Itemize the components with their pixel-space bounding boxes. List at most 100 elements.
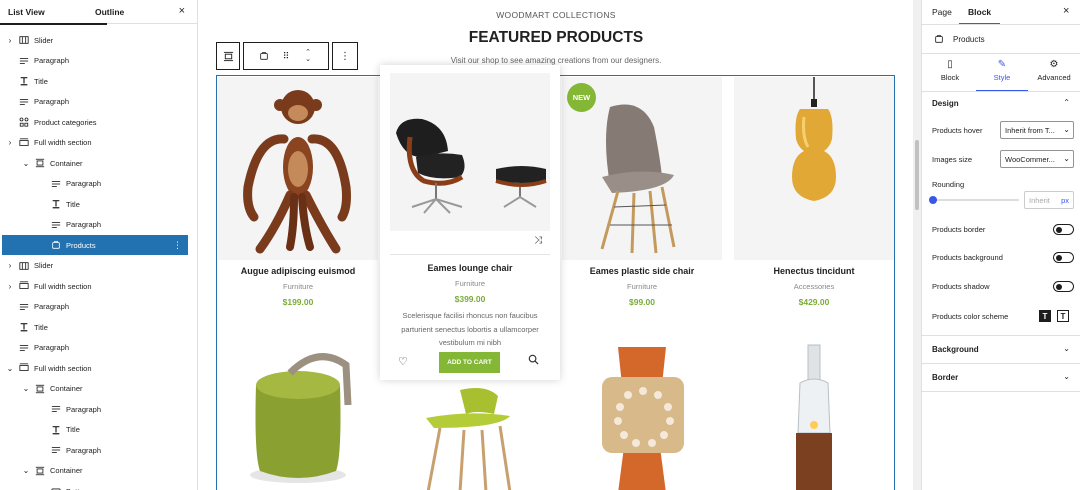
- chevron-right-icon[interactable]: ›: [5, 282, 15, 291]
- product-image[interactable]: [218, 77, 378, 260]
- canvas-scrollbar-thumb[interactable]: [915, 140, 919, 210]
- product-image[interactable]: [390, 380, 550, 490]
- close-icon[interactable]: ×: [1063, 5, 1069, 17]
- product-image[interactable]: [734, 325, 894, 490]
- tree-item-full-width-section[interactable]: ⌄ Full width section: [2, 358, 188, 378]
- tree-item-title[interactable]: Title: [2, 71, 188, 91]
- product-image[interactable]: [390, 73, 550, 231]
- product-card[interactable]: Augue adipiscing euismod Furniture $199.…: [218, 77, 378, 325]
- tree-item-label: Full width section: [34, 281, 92, 291]
- subtab-advanced[interactable]: ⚙ Advanced: [1028, 59, 1080, 91]
- tab-list-view[interactable]: List View: [0, 7, 106, 25]
- product-image[interactable]: [562, 325, 722, 490]
- product-name[interactable]: Eames plastic side chair: [562, 266, 722, 276]
- product-image[interactable]: [734, 77, 894, 260]
- move-up-down-icon[interactable]: ⌃ ⌄: [297, 43, 319, 69]
- tree-item-paragraph[interactable]: Paragraph: [2, 215, 188, 235]
- chevron-down-icon[interactable]: ⌄: [5, 364, 15, 373]
- tree-item-label: Title: [66, 199, 80, 209]
- tree-item-container[interactable]: ⌄ Container: [2, 379, 188, 399]
- chevron-down-icon[interactable]: ⌄: [21, 466, 31, 475]
- tree-item-paragraph[interactable]: Paragraph: [2, 440, 188, 460]
- chevron-right-icon[interactable]: ›: [5, 138, 15, 147]
- tree-item-container[interactable]: ⌄ Container: [2, 153, 188, 173]
- product-card-hover[interactable]: ⤨ Eames lounge chair Furniture $399.00 S…: [380, 65, 560, 380]
- paragraph-icon: [18, 301, 29, 312]
- tree-item-products[interactable]: Products ⋮: [2, 235, 188, 255]
- paragraph-icon: [18, 55, 29, 66]
- kebab-icon[interactable]: ⋮: [173, 240, 182, 251]
- tree-item-title[interactable]: Title: [2, 420, 188, 440]
- product-card[interactable]: NEW Eames plastic side chair Furniture $…: [562, 77, 722, 325]
- tab-block[interactable]: Block: [958, 7, 1001, 25]
- chevron-down-icon[interactable]: ⌄: [21, 384, 31, 393]
- background-section-title[interactable]: Background: [932, 345, 979, 354]
- light-scheme-button[interactable]: T: [1057, 310, 1069, 322]
- wishlist-heart-icon[interactable]: ♡: [398, 355, 408, 368]
- product-price: $199.00: [282, 297, 314, 307]
- tree-item-title[interactable]: Title: [2, 317, 188, 337]
- design-section-title[interactable]: Design: [932, 99, 959, 108]
- product-name[interactable]: Eames lounge chair: [380, 263, 560, 273]
- products-background-toggle[interactable]: [1053, 252, 1074, 263]
- bottle-candle-image: [796, 344, 832, 490]
- block-title: Products: [953, 35, 985, 44]
- chevron-right-icon[interactable]: ›: [5, 261, 15, 270]
- products-shadow-toggle[interactable]: [1053, 281, 1074, 292]
- images-size-select[interactable]: WooCommer... ⌄: [1000, 150, 1074, 168]
- product-image[interactable]: NEW: [562, 77, 722, 260]
- quick-view-search-icon[interactable]: [528, 354, 539, 368]
- tree-item-title[interactable]: Title: [2, 194, 188, 214]
- tree-item-paragraph[interactable]: Paragraph: [2, 92, 188, 112]
- tree-item-paragraph[interactable]: Paragraph: [2, 297, 188, 317]
- close-icon[interactable]: ×: [179, 5, 185, 17]
- products-border-toggle[interactable]: [1053, 224, 1074, 235]
- products-hover-select[interactable]: Inherit from T... ⌄: [1000, 121, 1074, 139]
- chevron-down-icon[interactable]: ⌄: [1063, 372, 1070, 381]
- product-category[interactable]: Furniture: [380, 279, 560, 288]
- rounding-input[interactable]: Inherit px: [1024, 191, 1074, 209]
- tab-outline[interactable]: Outline: [95, 7, 124, 17]
- product-image[interactable]: [218, 325, 378, 490]
- product-category[interactable]: Furniture: [218, 282, 378, 291]
- tree-item-paragraph[interactable]: Paragraph: [2, 51, 188, 71]
- products-block-icon[interactable]: [253, 43, 275, 69]
- tree-item-paragraph[interactable]: Paragraph: [2, 399, 188, 419]
- chevron-down-icon[interactable]: ⌄: [1063, 344, 1070, 353]
- tree-item-slider[interactable]: › Slider: [2, 30, 188, 50]
- tree-item-paragraph[interactable]: Paragraph: [2, 174, 188, 194]
- dark-scheme-button[interactable]: T: [1039, 310, 1051, 322]
- product-category[interactable]: Accessories: [734, 282, 894, 291]
- container-icon: [223, 51, 233, 61]
- lounge-chair-image: [396, 118, 547, 214]
- product-card[interactable]: Henectus tincidunt Accessories $429.00: [734, 77, 894, 325]
- compare-icon[interactable]: ⤨: [534, 235, 542, 246]
- product-name[interactable]: Augue adipiscing euismod: [218, 266, 378, 276]
- tree-item-button[interactable]: Button: [2, 481, 188, 490]
- tab-page[interactable]: Page: [932, 7, 952, 17]
- chevron-up-icon[interactable]: ⌃: [1063, 98, 1070, 107]
- canvas-scrollbar[interactable]: [913, 0, 921, 490]
- tree-item-paragraph[interactable]: Paragraph: [2, 338, 188, 358]
- subtab-style[interactable]: ✎ Style: [976, 59, 1028, 92]
- more-options-button[interactable]: ⋮: [332, 42, 358, 70]
- drag-handle-icon[interactable]: ⠿: [275, 43, 297, 69]
- tree-item-label: Paragraph: [34, 302, 70, 311]
- product-category[interactable]: Furniture: [562, 282, 722, 291]
- tree-item-full-width-section[interactable]: › Full width section: [2, 276, 188, 296]
- parent-block-button[interactable]: [216, 42, 240, 70]
- tree-item-label: Paragraph: [66, 445, 102, 455]
- border-section-title[interactable]: Border: [932, 373, 958, 382]
- subtab-block[interactable]: ▯ Block: [924, 59, 976, 91]
- new-badge: NEW: [567, 83, 596, 112]
- add-to-cart-button[interactable]: ADD TO CART: [439, 352, 500, 373]
- tree-item-product-categories[interactable]: Product categories: [2, 112, 188, 132]
- rounding-slider-track[interactable]: [932, 199, 1019, 201]
- rounding-slider-handle[interactable]: [929, 196, 937, 204]
- tree-item-container[interactable]: ⌄ Container: [2, 461, 188, 481]
- chevron-down-icon[interactable]: ⌄: [21, 159, 31, 168]
- chevron-right-icon[interactable]: ›: [5, 36, 15, 45]
- tree-item-slider[interactable]: › Slider: [2, 256, 188, 276]
- tree-item-full-width-section[interactable]: › Full width section: [2, 133, 188, 153]
- product-name[interactable]: Henectus tincidunt: [734, 266, 894, 276]
